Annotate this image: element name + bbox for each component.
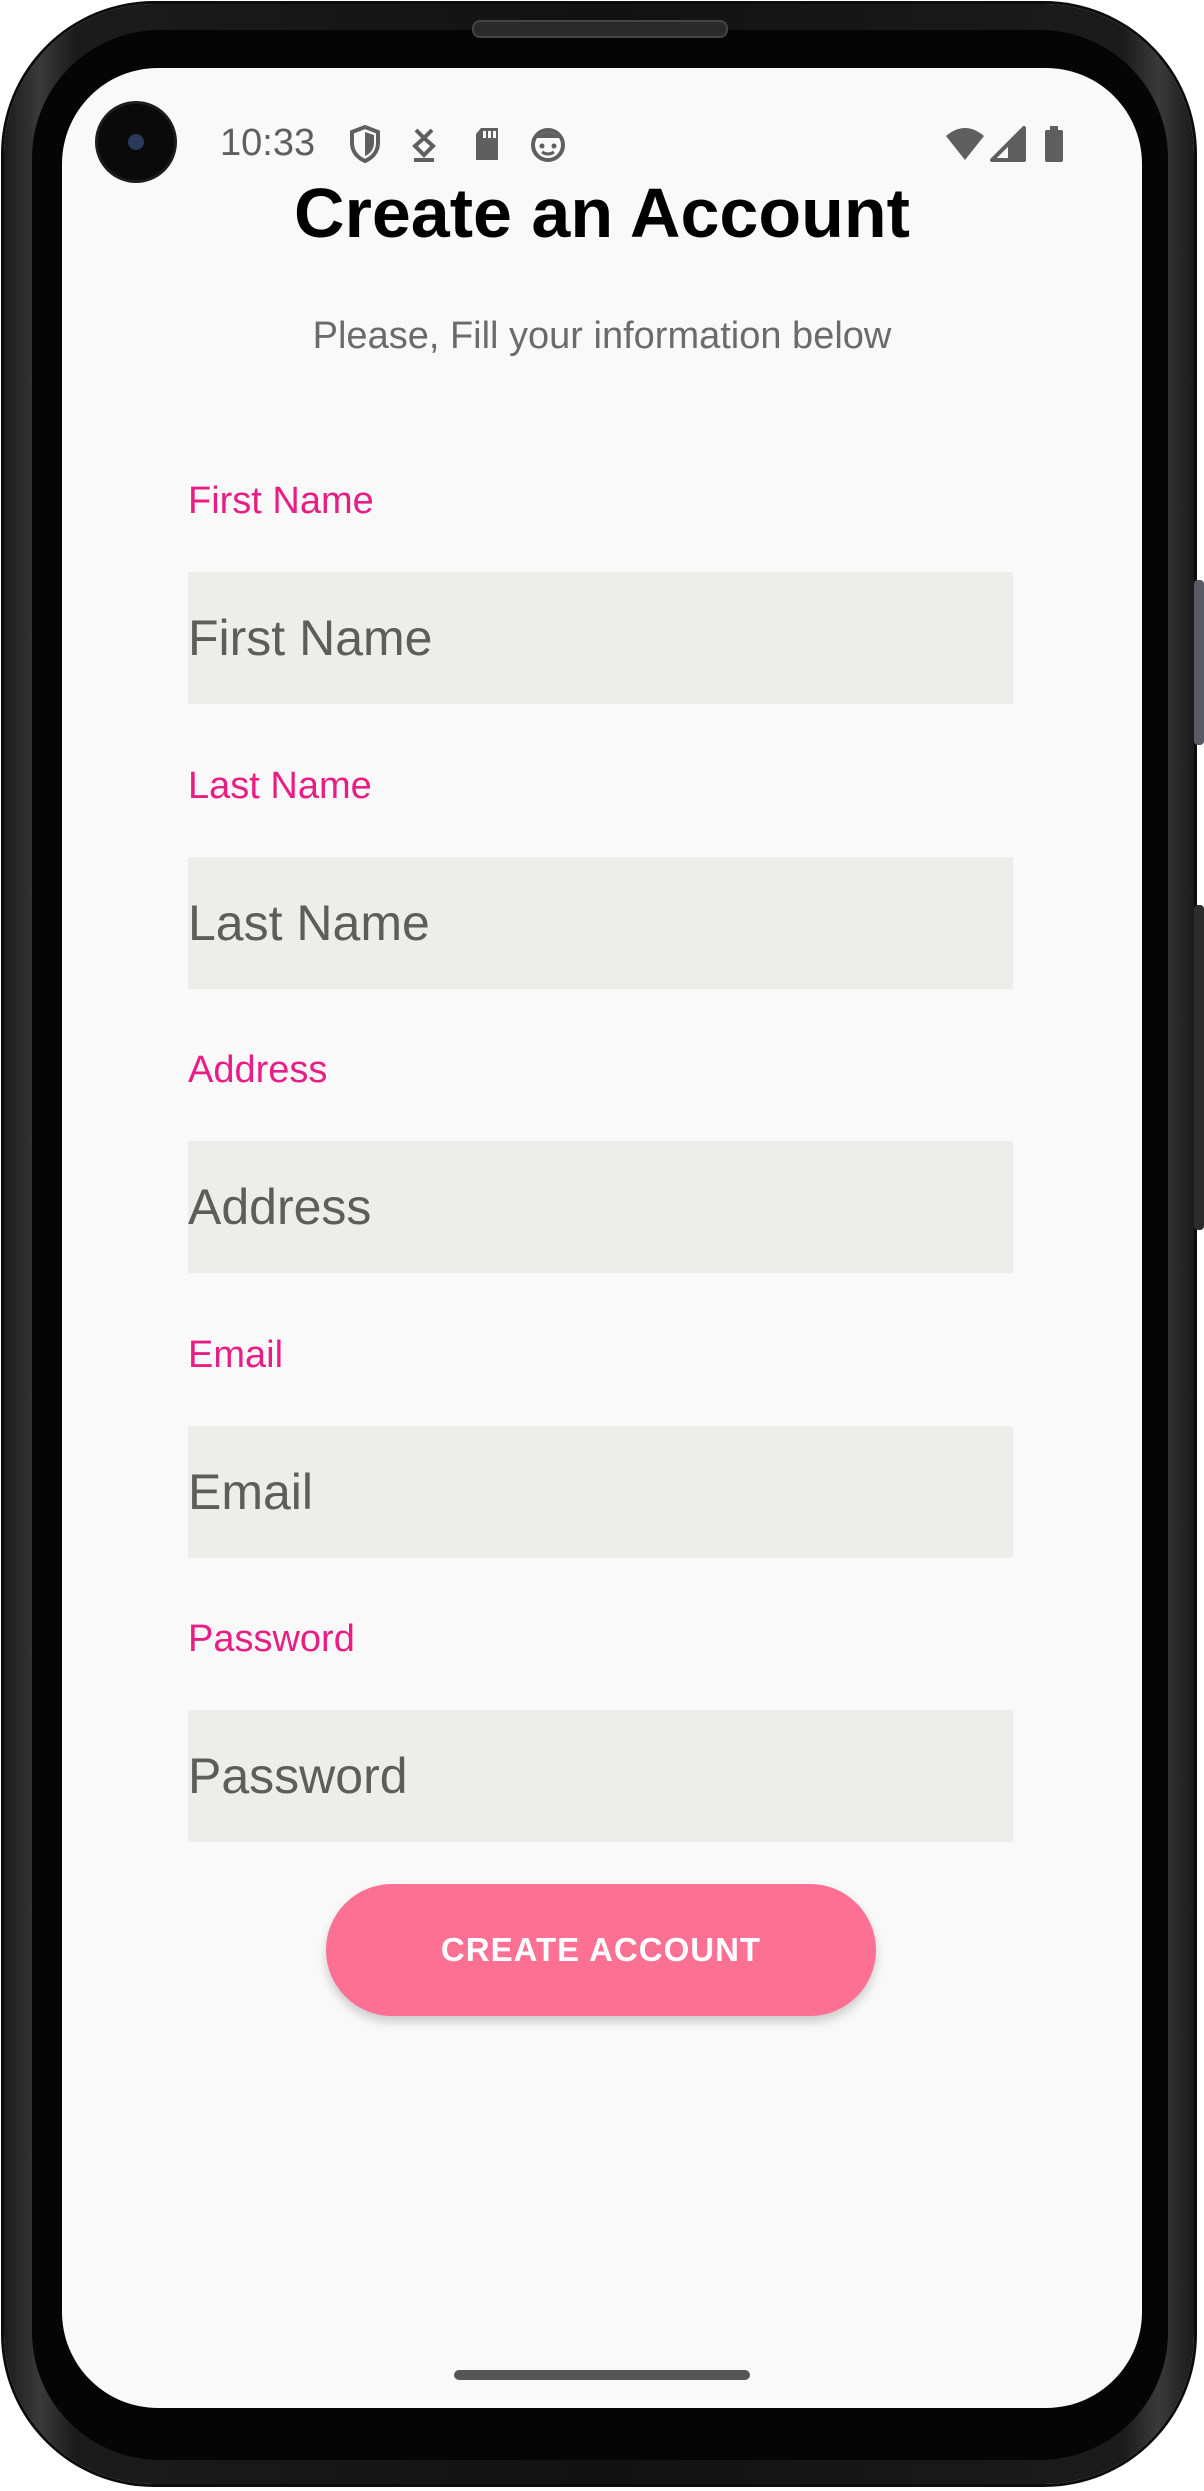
volume-button	[1194, 580, 1204, 745]
sd-card-icon	[476, 128, 498, 160]
shield-icon	[350, 124, 380, 164]
power-button	[1194, 905, 1204, 1230]
password-input[interactable]	[188, 1710, 1013, 1842]
email-input[interactable]	[188, 1426, 1013, 1558]
address-label: Address	[188, 1049, 328, 1091]
create-account-button[interactable]: CREATE ACCOUNT	[326, 1884, 876, 2016]
address-input[interactable]	[188, 1141, 1013, 1273]
password-label: Password	[188, 1618, 355, 1660]
screen: 10:33 Create an Account Please, Fill you…	[62, 68, 1142, 2408]
last-name-label: Last Name	[188, 765, 372, 807]
face-icon	[531, 128, 565, 162]
home-indicator[interactable]	[454, 2370, 750, 2380]
speaker-grille	[472, 20, 728, 38]
page-subtitle: Please, Fill your information below	[312, 315, 892, 357]
status-time: 10:33	[220, 122, 316, 164]
battery-icon	[1045, 126, 1063, 162]
status-bar: 10:33	[62, 118, 1142, 168]
page-title: Create an Account	[294, 174, 910, 252]
first-name-input[interactable]	[188, 572, 1013, 704]
download-arrow-icon	[412, 128, 436, 162]
first-name-label: First Name	[188, 480, 374, 522]
last-name-input[interactable]	[188, 857, 1013, 989]
device-frame: 10:33 Create an Account Please, Fill you…	[0, 0, 1204, 2491]
cell-signal-icon	[990, 126, 1026, 162]
wifi-icon	[946, 128, 984, 160]
email-label: Email	[188, 1334, 284, 1376]
